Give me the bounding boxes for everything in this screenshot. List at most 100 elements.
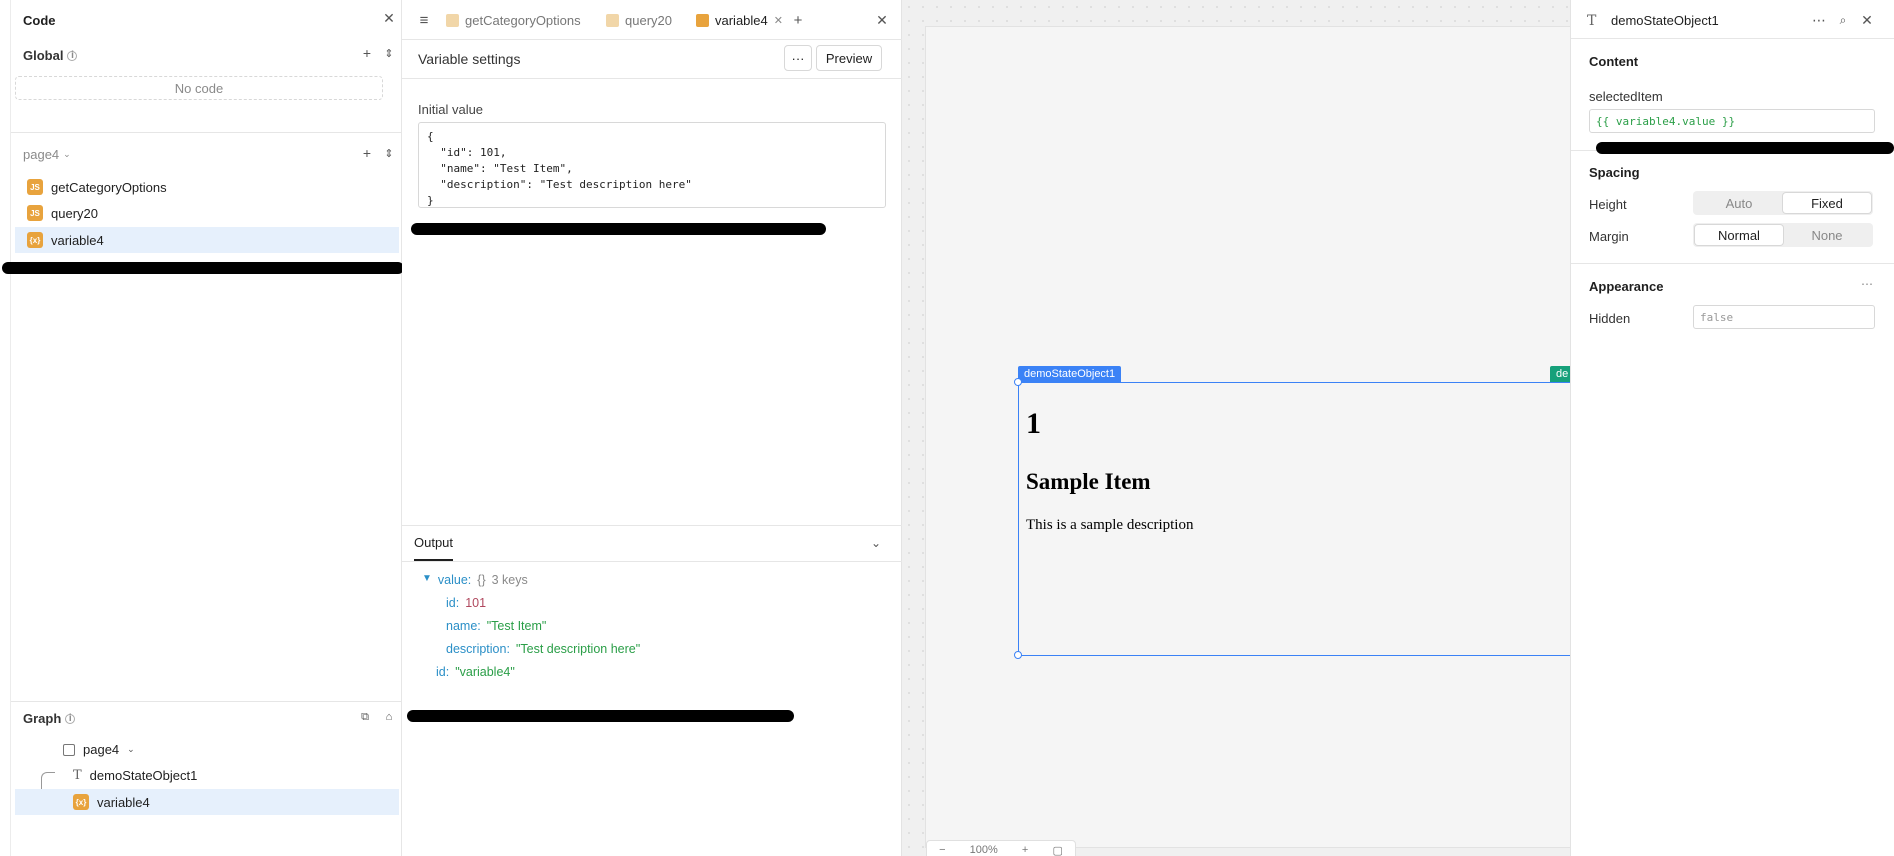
page-icon xyxy=(63,743,75,756)
graph-page-label: page4 xyxy=(83,742,120,757)
fit-icon[interactable]: ▢ xyxy=(1053,844,1063,856)
expand-collapse-icon[interactable]: ⇕ xyxy=(381,145,397,161)
divider xyxy=(11,132,403,133)
code-item-label: variable4 xyxy=(51,232,104,248)
info-icon: i xyxy=(65,713,76,724)
redaction-bar xyxy=(407,710,794,722)
resize-handle[interactable] xyxy=(1014,651,1022,659)
global-label: Global xyxy=(23,48,64,63)
chevron-down-icon: ⌄ xyxy=(127,744,135,754)
output-key: name: xyxy=(446,619,481,633)
plus-icon[interactable]: + xyxy=(359,145,375,161)
expand-collapse-icon[interactable]: ⇕ xyxy=(381,45,397,61)
divider xyxy=(402,525,902,526)
search-icon[interactable]: ⌕ xyxy=(1835,12,1851,28)
graph-section-header: Graph i xyxy=(23,711,76,726)
zoom-level[interactable]: 100% xyxy=(970,844,998,856)
tab-output[interactable]: Output xyxy=(414,535,454,561)
resize-handle[interactable] xyxy=(1014,378,1022,386)
output-value: "variable4" xyxy=(455,665,515,679)
component-body: This is a sample description xyxy=(1026,517,1194,533)
lock-icon[interactable]: ⌂ xyxy=(381,709,397,725)
component-tag-secondary[interactable]: de xyxy=(1550,366,1570,382)
graph-page-node[interactable]: page4 ⌄ xyxy=(63,742,135,757)
graph-node-label: demoStateObject1 xyxy=(89,768,198,783)
close-icon[interactable]: ✕ xyxy=(874,12,890,28)
zoom-out-icon[interactable]: − xyxy=(939,844,945,856)
tab-getcategoryoptions[interactable]: getCategoryOptions xyxy=(446,10,581,30)
canvas[interactable]: demoStateObject1 de 1 Sample Item This i… xyxy=(902,0,1570,856)
graph-node-demostateobject1[interactable]: T demoStateObject1 xyxy=(73,768,197,783)
hidden-input[interactable]: false xyxy=(1693,305,1875,329)
zoom-toolbar: − 100% + ▢ xyxy=(926,840,1076,856)
page-selector[interactable]: page4 ⌄ xyxy=(23,147,71,162)
triangle-down-icon: ▼ xyxy=(422,573,432,584)
more-icon[interactable]: ⋯ xyxy=(1811,12,1827,28)
plus-icon[interactable]: + xyxy=(359,45,375,61)
code-panel-title: Code xyxy=(23,13,56,28)
code-item-query20[interactable]: JS query20 xyxy=(15,200,399,226)
copy-icon[interactable]: ⧉ xyxy=(357,709,373,725)
height-option-fixed[interactable]: Fixed xyxy=(1783,193,1871,213)
more-icon[interactable]: ⋯ xyxy=(1859,276,1875,292)
code-item-variable4[interactable]: {x} variable4 xyxy=(15,227,399,253)
variable-icon: {x} xyxy=(27,232,43,248)
output-value: "Test description here" xyxy=(515,642,641,656)
margin-option-none[interactable]: None xyxy=(1783,225,1871,245)
variable-settings-title: Variable settings xyxy=(418,51,521,67)
margin-option-normal[interactable]: Normal xyxy=(1695,225,1783,245)
height-option-auto[interactable]: Auto xyxy=(1695,193,1783,213)
inspector-title[interactable]: demoStateObject1 xyxy=(1611,13,1719,28)
zoom-in-icon[interactable]: + xyxy=(1022,844,1028,856)
redaction-bar xyxy=(411,223,826,235)
redaction-bar xyxy=(2,262,404,274)
output-value: "Test Item" xyxy=(486,619,547,633)
more-options-button[interactable]: ··· xyxy=(784,45,812,71)
content-section-title: Content xyxy=(1589,54,1639,69)
code-item-label: getCategoryOptions xyxy=(51,179,167,195)
margin-label: Margin xyxy=(1589,229,1629,244)
output-row: name: "Test Item" xyxy=(446,619,546,633)
component-tag[interactable]: demoStateObject1 xyxy=(1018,366,1122,382)
selected-item-input[interactable]: {{ variable4.value }} xyxy=(1589,109,1875,133)
variable-icon xyxy=(696,13,709,27)
menu-icon[interactable]: ≡ xyxy=(416,12,432,29)
divider xyxy=(402,78,902,79)
initial-value-editor[interactable]: { "id": 101, "name": "Test Item", "descr… xyxy=(418,122,886,208)
output-key: id: xyxy=(446,596,460,610)
tab-variable4[interactable]: variable4 ✕ xyxy=(696,10,783,30)
output-key: id: xyxy=(436,665,450,679)
close-tab-icon[interactable]: ✕ xyxy=(774,14,783,27)
variable-icon: {x} xyxy=(73,794,89,810)
output-count: 3 keys xyxy=(491,573,528,587)
preview-button[interactable]: Preview xyxy=(816,45,882,71)
page-label: page4 xyxy=(23,147,60,162)
close-icon[interactable]: ✕ xyxy=(1859,12,1875,28)
chevron-down-icon[interactable]: ⌄ xyxy=(868,535,884,551)
code-panel: Code ✕ Global i + ⇕ No code page4 ⌄ + ⇕ … xyxy=(10,0,403,856)
close-icon[interactable]: ✕ xyxy=(381,10,397,26)
redaction-bar xyxy=(1596,142,1894,154)
output-value: 101 xyxy=(465,596,487,610)
inspector-panel: T demoStateObject1 ⋯ ⌕ ✕ Content selecte… xyxy=(1570,0,1894,856)
output-value-row[interactable]: ▼ value: {} 3 keys xyxy=(422,573,528,587)
divider xyxy=(1571,38,1894,39)
code-item-getcategoryoptions[interactable]: JS getCategoryOptions xyxy=(15,174,399,200)
tab-query20[interactable]: query20 xyxy=(606,10,672,30)
tab-label: getCategoryOptions xyxy=(465,12,581,28)
divider xyxy=(11,701,403,702)
global-section-header[interactable]: Global i xyxy=(23,48,78,63)
divider xyxy=(402,39,902,40)
output-type: {} xyxy=(477,573,486,587)
margin-segmented-control: Normal None xyxy=(1693,223,1873,247)
graph-node-variable4[interactable]: {x} variable4 xyxy=(15,789,399,815)
graph-label: Graph xyxy=(23,711,62,726)
output-row: id: "variable4" xyxy=(436,665,515,679)
plus-icon[interactable]: + xyxy=(790,12,806,29)
demo-state-object-component[interactable]: 1 Sample Item This is a sample descripti… xyxy=(1018,382,1570,656)
output-key: description: xyxy=(446,642,510,656)
chevron-down-icon: ⌄ xyxy=(63,149,71,159)
js-icon xyxy=(446,13,459,27)
spacing-section-title: Spacing xyxy=(1589,165,1640,180)
component-heading: 1 xyxy=(1026,407,1041,440)
